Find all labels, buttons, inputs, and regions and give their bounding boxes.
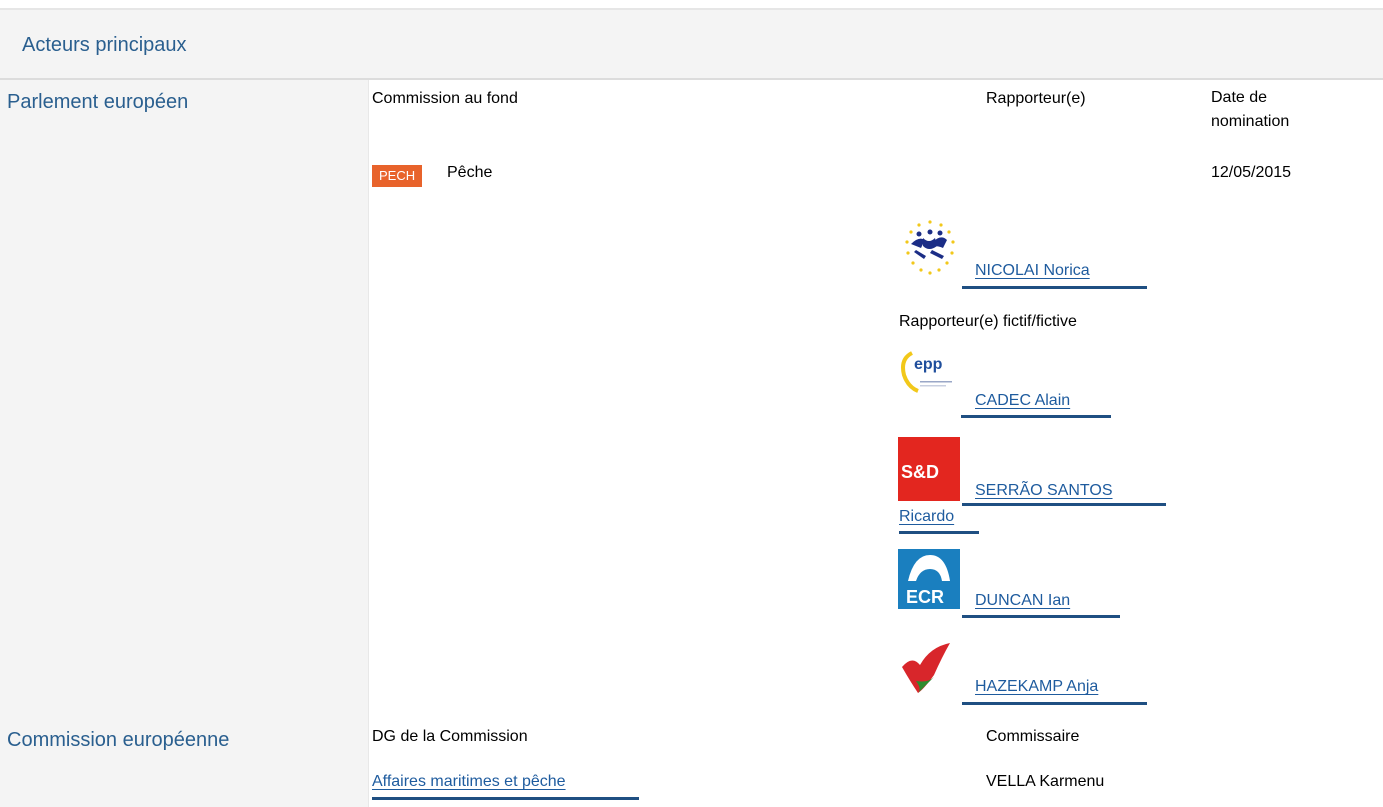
alde-logo-icon [899, 218, 961, 280]
svg-text:epp: epp [914, 356, 943, 373]
shadow-link-hazekamp[interactable]: HAZEKAMP Anja [975, 678, 1098, 696]
link-underline [961, 415, 1111, 418]
svg-text:S&D: S&D [901, 462, 939, 482]
sd-logo-icon: S&D [898, 437, 960, 501]
link-underline [962, 702, 1147, 705]
dg-header: DG de la Commission [372, 728, 528, 745]
shadow-link-duncan[interactable]: DUNCAN Ian [975, 592, 1070, 610]
shadow-link-serrao-santos[interactable]: SERRÃO SANTOS Ricardo [899, 478, 1113, 530]
committee-badge: PECH [372, 165, 423, 187]
link-underline [372, 797, 639, 800]
link-underline [899, 531, 979, 534]
left-label-panel [0, 80, 368, 807]
shadow-link-cadec[interactable]: CADEC Alain [975, 392, 1070, 410]
commissioner-header: Commissaire [986, 728, 1080, 745]
svg-text:ECR: ECR [906, 587, 944, 607]
link-underline [962, 286, 1147, 289]
rapporteur-header: Rapporteur(e) [986, 90, 1086, 107]
dg-link[interactable]: Affaires maritimes et pêche [372, 773, 566, 791]
section-header: Acteurs principaux [0, 10, 1383, 80]
rapporteur-link[interactable]: NICOLAI Norica [975, 262, 1090, 280]
left-panel-divider [368, 80, 369, 807]
committee-header: Commission au fond [372, 90, 518, 107]
gue-logo-icon [898, 637, 960, 699]
commission-label: Commission européenne [7, 729, 230, 751]
committee-name: Pêche [447, 164, 493, 181]
shadow-rapporteur-header: Rapporteur(e) fictif/fictive [899, 313, 1077, 330]
nomination-date: 12/05/2015 [1211, 164, 1292, 181]
section-title: Acteurs principaux [22, 34, 187, 56]
date-header: Date de nomination [1211, 89, 1290, 130]
ecr-logo-icon: ECR [898, 549, 960, 609]
epp-logo-icon: epp [898, 347, 960, 407]
commissioner-name: VELLA Karmenu [986, 773, 1105, 790]
parliament-label: Parlement européen [7, 91, 189, 113]
link-underline [962, 615, 1120, 618]
